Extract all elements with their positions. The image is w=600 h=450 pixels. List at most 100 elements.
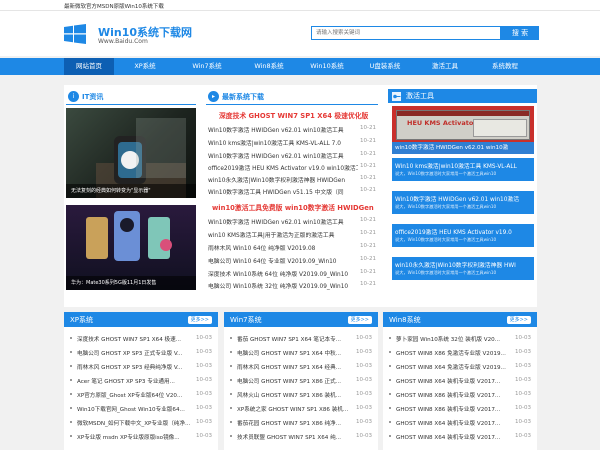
- win8-title[interactable]: Win8系统: [389, 315, 421, 325]
- activation-item[interactable]: Win10数字激活 HWIDGen v62.01 win10激活 说大，Win1…: [392, 191, 534, 214]
- info-icon: i: [68, 91, 79, 102]
- news-item[interactable]: 电脑公司 Win10 64位 专业版 V2019.09_Win10 10-21: [208, 254, 376, 266]
- list-item[interactable]: 萝卜家园 Win10系统 32位 装机版 V20... 10-03: [389, 332, 531, 345]
- list-item[interactable]: 电脑公司 GHOST WIN7 SP1 X86 正式... 10-03: [230, 374, 372, 387]
- latest-title[interactable]: 最新系统下载: [222, 92, 264, 102]
- search-button[interactable]: 搜 索: [501, 26, 539, 40]
- list-item[interactable]: XP官方原版_Ghost XP专业版64位 V20... 10-03: [70, 388, 212, 401]
- list-item[interactable]: GHOST WIN8 X86 免激活专业版 V2019... 10-03: [389, 346, 531, 359]
- list-item[interactable]: 风林火山 GHOST WIN7 SP1 X86 装机... 10-03: [230, 388, 372, 401]
- list-item[interactable]: GHOST WIN8 X86 装机专业版 V2017... 10-03: [389, 402, 531, 415]
- bullet-icon: [389, 379, 391, 381]
- news-item[interactable]: Win10数字激活 HWIDGen v62.01 win10激活工具 10-21: [208, 149, 376, 161]
- windows-logo-icon[interactable]: [64, 24, 86, 44]
- search-input[interactable]: [312, 27, 500, 39]
- list-item[interactable]: 技术员联盟 GHOST WIN7 SP1 X64 纯... 10-03: [230, 430, 372, 443]
- bullet-icon: [230, 435, 232, 437]
- list-item[interactable]: 电脑公司 GHOST XP SP3 正式专业版 V... 10-03: [70, 346, 212, 359]
- activation-banner-image[interactable]: HEU KMS Activator win10数字激活 HWIDGen v62.…: [392, 106, 534, 154]
- activation-item[interactable]: office2019激活 HEU KMS Activator v19.0 说大，…: [392, 224, 534, 247]
- bullet-icon: [389, 337, 391, 339]
- list-item[interactable]: 雨林木风 GHOST WIN7 SP1 X64 经典... 10-03: [230, 360, 372, 373]
- bullet-icon: [389, 351, 391, 353]
- win7-header: Win7系统 更多>>: [224, 312, 378, 327]
- list-item[interactable]: 深度技术 GHOST WIN7 SP1 X64 极速... 10-03: [70, 332, 212, 345]
- nav-win8[interactable]: Win8系统: [238, 58, 300, 75]
- key-icon: [392, 92, 401, 101]
- list-item[interactable]: 番茄 GHOST WIN7 SP1 X64 笔记本专... 10-03: [230, 332, 372, 345]
- activation-item[interactable]: Win10 kms激活|win10激活工具 KMS-VL-ALL 说大，Win1…: [392, 158, 534, 181]
- bullet-icon: [70, 393, 72, 395]
- bullet-icon: [230, 351, 232, 353]
- bullet-icon: [230, 365, 232, 367]
- bullet-icon: [70, 435, 72, 437]
- it-news-header: i IT资讯: [68, 91, 198, 102]
- list-item[interactable]: Acer 笔记 GHOST XP SP3 专业通用... 10-03: [70, 374, 212, 387]
- nav-tutorials[interactable]: 系统教程: [474, 58, 536, 75]
- latest-headline-1[interactable]: 深度技术 GHOST WIN7 SP1 X64 极速优化版: [219, 110, 368, 120]
- top-bar: 最新微软官方MSDN原版Win10系统下载: [0, 0, 600, 11]
- win8-header: Win8系统 更多>>: [383, 312, 537, 327]
- list-item[interactable]: XP系统之家 GHOST WIN7 SP1 X86 装机... 10-03: [230, 402, 372, 415]
- top-bar-text: 最新微软官方MSDN原版Win10系统下载: [64, 4, 164, 10]
- bullet-icon: [389, 407, 391, 409]
- latest-divider: [206, 104, 378, 105]
- bullet-icon: [230, 407, 232, 409]
- news-item[interactable]: 深度技术 Win10系统 64位 纯净版 V2019.09_Win10 10-21: [208, 267, 376, 279]
- win7-title[interactable]: Win7系统: [230, 315, 262, 325]
- bullet-icon: [70, 421, 72, 423]
- news-item[interactable]: win10永久激活|Win10数字权利激活神器 HWIDGen 10-21: [208, 173, 376, 185]
- list-item[interactable]: XP专业版 msdn XP专业版原版iso镜像... 10-03: [70, 430, 212, 443]
- xp-title[interactable]: XP系统: [70, 315, 93, 325]
- xp-more-link[interactable]: 更多>>: [187, 316, 212, 324]
- win7-more-link[interactable]: 更多>>: [347, 316, 372, 324]
- list-item[interactable]: 雨林木风 GHOST XP SP3 经典纯净版 V... 10-03: [70, 360, 212, 373]
- xp-header: XP系统 更多>>: [64, 312, 218, 327]
- bullet-icon: [389, 435, 391, 437]
- it-news-image-1[interactable]: 无法复刻的经典如何转变为"显示器": [66, 108, 196, 198]
- list-item[interactable]: GHOST WIN8 X64 装机专业版 V2017... 10-03: [389, 416, 531, 429]
- bullet-icon: [230, 421, 232, 423]
- search-box: [311, 26, 501, 40]
- nav-activation-tools[interactable]: 激活工具: [416, 58, 474, 75]
- bullet-icon: [230, 379, 232, 381]
- news-item[interactable]: Win10数字激活 HWIDGen v62.01 win10激活工具 10-21: [208, 215, 376, 227]
- list-item[interactable]: 微软MSDN_如何下载中文_XP专业版（纯净... 10-03: [70, 416, 212, 429]
- activation-item[interactable]: win10永久激活|Win10数字权利激活神器 HWI 说大，Win10数字激活…: [392, 257, 534, 280]
- nav-xp[interactable]: XP系统: [114, 58, 176, 75]
- nav-home[interactable]: 网站首页: [64, 58, 114, 75]
- it-news-image-2[interactable]: 华为：Mate30系列5G版11月1日发售: [66, 205, 196, 290]
- news-item[interactable]: Win10数字激活 HWIDGen v62.01 win10激活工具 10-21: [208, 123, 376, 135]
- it-news-title[interactable]: IT资讯: [82, 92, 103, 102]
- news-item[interactable]: win10 KMS激活工具|用于激活为正版的激活工具 10-21: [208, 228, 376, 240]
- news-item[interactable]: office2019激活 HEU KMS Activator v19.0 win…: [208, 161, 376, 173]
- list-item[interactable]: GHOST WIN8 X64 装机专业版 V2017... 10-03: [389, 374, 531, 387]
- bullet-icon: [230, 337, 232, 339]
- activator-window: HEU KMS Activator: [396, 110, 530, 140]
- latest-headline-2[interactable]: win10激活工具免费版 win10数字激活 HWIDGen: [212, 202, 374, 212]
- activation-title: 激活工具: [406, 92, 434, 100]
- list-item[interactable]: GHOST WIN8 X64 免激活专业版 V2019... 10-03: [389, 360, 531, 373]
- news-item[interactable]: 雨林木风 Win10 64位 纯净版 V2019.08 10-21: [208, 241, 376, 253]
- news-item[interactable]: Win10 kms激活|win10激活工具 KMS-VL-ALL 7.0 10-2…: [208, 136, 376, 148]
- list-item[interactable]: 番茄花园 GHOST WIN7 SP1 X86 纯净... 10-03: [230, 416, 372, 429]
- news-item[interactable]: 电脑公司 Win10系统 32位 纯净版 V2019.09_Win10 10-21: [208, 279, 376, 291]
- nav-win10[interactable]: Win10系统: [300, 58, 354, 75]
- activator-titlebar: [397, 111, 529, 116]
- nav-win7[interactable]: Win7系统: [176, 58, 238, 75]
- news-item[interactable]: Win10数字激活工具 HWIDGen v51.15 中文版（同 10-21: [208, 185, 376, 197]
- nav-usb-install[interactable]: U盘装系统: [354, 58, 416, 75]
- list-item[interactable]: GHOST WIN8 X64 装机专业版 V2017... 10-03: [389, 430, 531, 443]
- it-news-caption-1: 无法复刻的经典如何转变为"显示器": [66, 184, 196, 198]
- it-news-caption-2: 华为：Mate30系列5G版11月1日发售: [66, 276, 196, 290]
- list-item[interactable]: Win10下载官网_Ghost Win10专业版64... 10-03: [70, 402, 212, 415]
- list-item[interactable]: GHOST WIN8 X86 装机专业版 V2017... 10-03: [389, 388, 531, 401]
- bullet-icon: [70, 351, 72, 353]
- bullet-icon: [230, 393, 232, 395]
- bullet-icon: [389, 421, 391, 423]
- list-item[interactable]: 电脑公司 GHOST WIN7 SP1 X64 中秋... 10-03: [230, 346, 372, 359]
- win8-more-link[interactable]: 更多>>: [506, 316, 531, 324]
- logo-subtitle: Www.Baidu.Com: [98, 38, 148, 45]
- latest-header: ▸ 最新系统下载: [208, 91, 376, 102]
- activation-header[interactable]: 激活工具: [388, 89, 537, 103]
